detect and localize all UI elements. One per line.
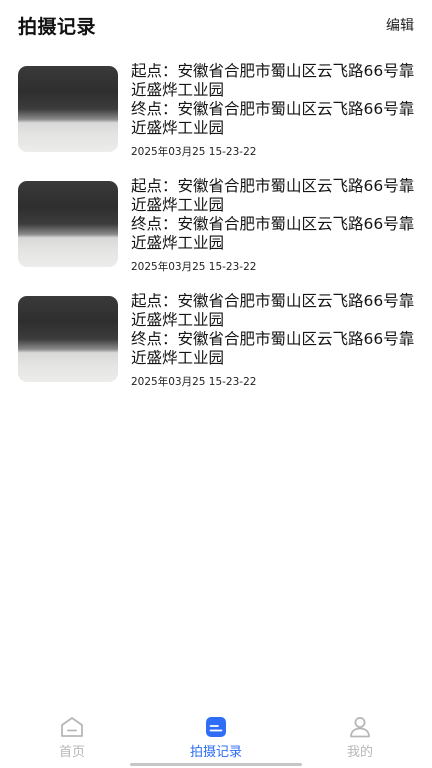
record-thumbnail[interactable] [18, 181, 118, 267]
bottom-tab-bar: 首页 拍摄记录 我的 [0, 708, 432, 768]
tab-records-label: 拍摄记录 [189, 745, 242, 760]
record-start-address: 起点：安徽省合肥市蜀山区云飞路66号靠近盛烨工业园 [131, 292, 415, 329]
tab-profile[interactable]: 我的 [300, 708, 420, 760]
record-time: 2025年03月25 15-23-22 [131, 146, 257, 158]
record-end-address: 终点：安徽省合肥市蜀山区云飞路66号靠近盛烨工业园 [131, 330, 415, 367]
record-time: 2025年03月25 15-23-22 [131, 261, 257, 273]
tab-records[interactable]: 拍摄记录 [156, 708, 276, 760]
record-info: 起点：安徽省合肥市蜀山区云飞路66号靠近盛烨工业园 终点：安徽省合肥市蜀山区云飞… [131, 292, 418, 389]
record-thumbnail[interactable] [18, 66, 118, 152]
record-start-address: 起点：安徽省合肥市蜀山区云飞路66号靠近盛烨工业园 [131, 177, 415, 214]
record-item[interactable]: 起点：安徽省合肥市蜀山区云飞路66号靠近盛烨工业园 终点：安徽省合肥市蜀山区云飞… [0, 292, 432, 407]
record-list: 起点：安徽省合肥市蜀山区云飞路66号靠近盛烨工业园 终点：安徽省合肥市蜀山区云飞… [0, 62, 432, 407]
tab-profile-label: 我的 [346, 745, 373, 760]
record-end-address: 终点：安徽省合肥市蜀山区云飞路66号靠近盛烨工业园 [131, 215, 415, 252]
profile-icon [348, 716, 372, 738]
header: 拍摄记录 编辑 [0, 0, 432, 50]
home-icon [60, 716, 84, 738]
record-info: 起点：安徽省合肥市蜀山区云飞路66号靠近盛烨工业园 终点：安徽省合肥市蜀山区云飞… [131, 62, 418, 159]
app-screen: 拍摄记录 编辑 起点：安徽省合肥市蜀山区云飞路66号靠近盛烨工业园 终点：安徽省… [0, 0, 432, 768]
record-item[interactable]: 起点：安徽省合肥市蜀山区云飞路66号靠近盛烨工业园 终点：安徽省合肥市蜀山区云飞… [0, 177, 432, 292]
tab-home-label: 首页 [58, 745, 85, 760]
tab-home[interactable]: 首页 [12, 708, 132, 760]
record-end-address: 终点：安徽省合肥市蜀山区云飞路66号靠近盛烨工业园 [131, 100, 415, 137]
record-thumbnail[interactable] [18, 296, 118, 382]
record-info: 起点：安徽省合肥市蜀山区云飞路66号靠近盛烨工业园 终点：安徽省合肥市蜀山区云飞… [131, 177, 418, 274]
home-indicator [130, 763, 302, 766]
page-title: 拍摄记录 [18, 15, 97, 38]
record-time: 2025年03月25 15-23-22 [131, 376, 257, 388]
record-icon [204, 716, 228, 738]
record-start-address: 起点：安徽省合肥市蜀山区云飞路66号靠近盛烨工业园 [131, 62, 415, 99]
edit-button[interactable]: 编辑 [386, 15, 414, 35]
record-item[interactable]: 起点：安徽省合肥市蜀山区云飞路66号靠近盛烨工业园 终点：安徽省合肥市蜀山区云飞… [0, 62, 432, 177]
